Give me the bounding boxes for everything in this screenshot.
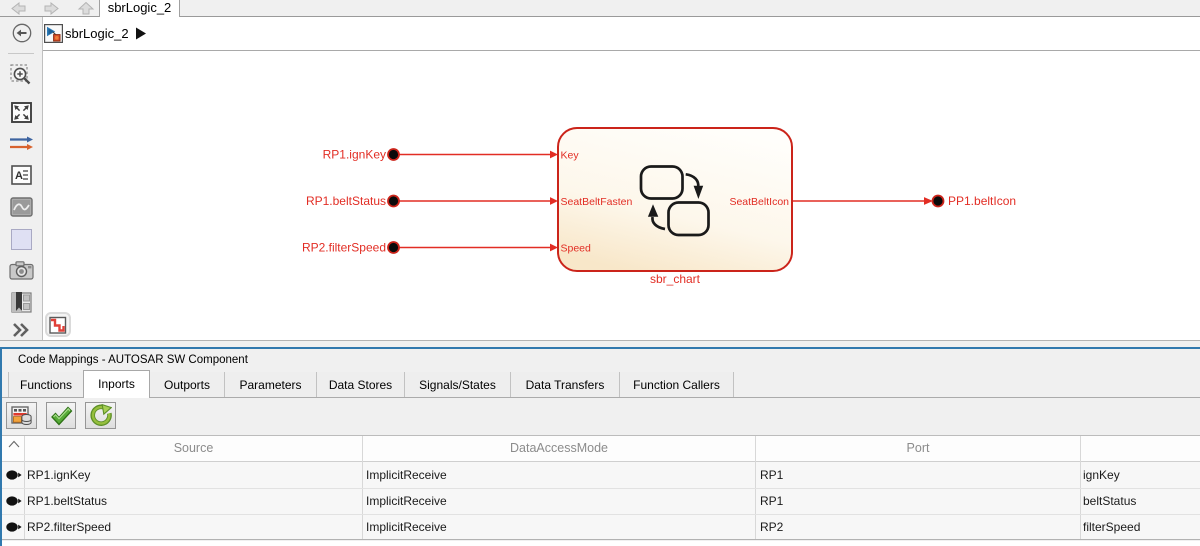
svg-text:SeatBeltIcon: SeatBeltIcon — [729, 196, 789, 208]
svg-text:RP2.filterSpeed: RP2.filterSpeed — [302, 241, 386, 255]
svg-text:RP1.ignKey: RP1.ignKey — [323, 148, 386, 162]
svg-text:Speed: Speed — [561, 243, 592, 255]
svg-text:RP1.beltStatus: RP1.beltStatus — [306, 194, 386, 208]
svg-text:A: A — [15, 170, 23, 182]
svg-text:SeatBeltFasten: SeatBeltFasten — [561, 196, 633, 208]
svg-text:Key: Key — [561, 150, 580, 162]
svg-text:sbr_chart: sbr_chart — [650, 272, 701, 286]
svg-text:PP1.beltIcon: PP1.beltIcon — [948, 194, 1016, 208]
